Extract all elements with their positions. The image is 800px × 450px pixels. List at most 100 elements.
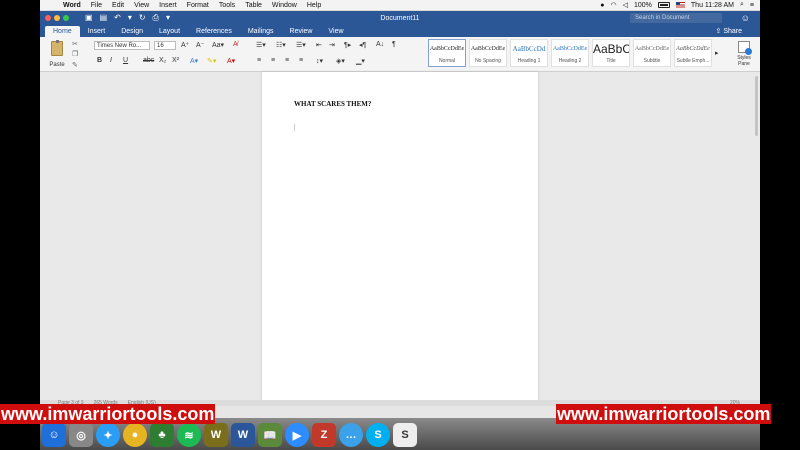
kindle-icon[interactable]: 📖	[258, 423, 282, 447]
skype-icon[interactable]: S	[366, 423, 390, 447]
vertical-scrollbar[interactable]	[755, 76, 758, 136]
highlight-icon[interactable]: ✎▾	[207, 57, 216, 65]
bullets-icon[interactable]: ☰▾	[256, 41, 266, 49]
tab-home[interactable]: Home	[45, 26, 80, 37]
menu-list-icon[interactable]: ≡	[750, 2, 754, 9]
align-left-icon[interactable]: ≡	[257, 57, 261, 64]
menu-format[interactable]: Format	[182, 2, 214, 9]
numbering-icon[interactable]: ☷▾	[276, 41, 286, 49]
scrivener-icon[interactable]: S	[393, 423, 417, 447]
clear-formatting-icon[interactable]: A̸	[233, 41, 238, 48]
styles-pane-button[interactable]: Styles Pane	[734, 40, 754, 70]
shrink-font-icon[interactable]: A⁻	[196, 41, 204, 49]
battery-icon[interactable]	[657, 2, 670, 8]
document-page[interactable]: WHAT SCARES THEM?	[262, 72, 538, 400]
tab-view[interactable]: View	[320, 26, 351, 37]
spotify-icon[interactable]: ≋	[177, 423, 201, 447]
paste-button[interactable]: Paste	[46, 40, 68, 70]
copy-icon[interactable]: ❐	[72, 50, 78, 58]
undo-dropdown-icon[interactable]: ▾	[128, 13, 132, 23]
cut-icon[interactable]: ✂	[72, 40, 78, 48]
line-spacing-icon[interactable]: ↕▾	[316, 57, 323, 65]
increase-indent-icon[interactable]: ⇥	[329, 41, 335, 49]
style-no-spacing[interactable]: AaBbCcDdEe No Spacing	[469, 39, 507, 67]
customize-toolbar-icon[interactable]: ▾	[166, 13, 170, 23]
superscript-icon[interactable]: X²	[172, 57, 179, 64]
minimize-window-icon[interactable]	[54, 15, 60, 21]
align-right-icon[interactable]: ≡	[285, 57, 289, 64]
clock[interactable]: Thu 11:28 AM	[691, 2, 734, 9]
bold-icon[interactable]: B	[97, 57, 102, 64]
tab-insert[interactable]: Insert	[80, 26, 114, 37]
spotlight-search-icon[interactable]: ⌕	[740, 1, 744, 9]
feedback-smiley-icon[interactable]: ☺	[741, 13, 750, 23]
menu-insert[interactable]: Insert	[154, 2, 182, 9]
word-icon[interactable]: W	[231, 423, 255, 447]
styles-more-icon[interactable]: ▸	[715, 49, 719, 57]
font-color-icon[interactable]: A▾	[227, 57, 235, 65]
style-normal[interactable]: AaBbCcDdEe Normal	[428, 39, 466, 67]
justify-icon[interactable]: ≡	[299, 57, 303, 64]
ltr-icon[interactable]: ¶▸	[344, 41, 351, 49]
tab-design[interactable]: Design	[113, 26, 151, 37]
menu-edit[interactable]: Edit	[107, 2, 129, 9]
style-heading-1[interactable]: AaBbCcDd Heading 1	[510, 39, 548, 67]
sort-icon[interactable]: A↓	[376, 41, 384, 48]
sidebar-toggle-icon[interactable]: ▣	[85, 13, 93, 23]
decrease-indent-icon[interactable]: ⇤	[316, 41, 322, 49]
wifi-icon[interactable]: ◠	[611, 1, 617, 9]
safari-icon[interactable]: ✦	[96, 423, 120, 447]
warrior-icon[interactable]: W	[204, 423, 228, 447]
menu-table[interactable]: Table	[240, 2, 267, 9]
style-subtitle[interactable]: AaBbCcDdEe Subtitle	[633, 39, 671, 67]
search-document-input[interactable]: Search in Document	[630, 13, 722, 23]
status-menu-icon[interactable]: ●	[600, 2, 604, 9]
share-button[interactable]: ⇪ Share	[716, 26, 761, 37]
us-flag-icon[interactable]	[675, 2, 685, 8]
text-effects-icon[interactable]: A▾	[190, 57, 198, 65]
tab-mailings[interactable]: Mailings	[240, 26, 282, 37]
close-window-icon[interactable]	[45, 15, 51, 21]
style-title[interactable]: AaBbC Title	[592, 39, 630, 67]
menu-help[interactable]: Help	[302, 2, 326, 9]
align-center-icon[interactable]: ≡	[271, 57, 275, 64]
change-case-icon[interactable]: Aa▾	[212, 41, 224, 49]
redo-icon[interactable]: ↻	[139, 13, 146, 23]
document-canvas[interactable]: WHAT SCARES THEM?	[40, 72, 760, 400]
format-painter-icon[interactable]: ✎	[72, 61, 78, 69]
tab-layout[interactable]: Layout	[151, 26, 188, 37]
zoom-icon[interactable]: ▶	[285, 423, 309, 447]
show-formatting-icon[interactable]: ¶	[392, 41, 396, 48]
chrome-icon[interactable]: ●	[123, 423, 147, 447]
borders-icon[interactable]: ▁▾	[356, 57, 365, 65]
undo-icon[interactable]: ↶	[114, 13, 121, 23]
shading-icon[interactable]: ◈▾	[336, 57, 345, 65]
grow-font-icon[interactable]: A⁺	[181, 41, 189, 49]
menu-file[interactable]: File	[86, 2, 107, 9]
volume-icon[interactable]: ◁	[623, 1, 628, 9]
tab-references[interactable]: References	[188, 26, 240, 37]
menu-view[interactable]: View	[129, 2, 154, 9]
launchpad-icon[interactable]: ◎	[69, 423, 93, 447]
maximize-window-icon[interactable]	[63, 15, 69, 21]
font-size-select[interactable]: 16	[154, 41, 176, 50]
document-heading[interactable]: WHAT SCARES THEM?	[294, 100, 371, 108]
rtl-icon[interactable]: ◂¶	[359, 41, 366, 49]
print-icon[interactable]: ⎙	[153, 13, 159, 23]
underline-icon[interactable]: U	[123, 57, 128, 64]
italic-icon[interactable]: I	[110, 57, 112, 64]
font-name-select[interactable]: Times New Ro...	[94, 41, 150, 50]
style-heading-2[interactable]: AaBbCcDdEe Heading 2	[551, 39, 589, 67]
filezilla-icon[interactable]: Z	[312, 423, 336, 447]
menu-window[interactable]: Window	[267, 2, 302, 9]
evernote-icon[interactable]: ♣	[150, 423, 174, 447]
menu-tools[interactable]: Tools	[214, 2, 240, 9]
style-subtle-emphasis[interactable]: AaBbCcDdEe Subtle Emph...	[674, 39, 712, 67]
subscript-icon[interactable]: X₂	[159, 57, 166, 64]
tab-review[interactable]: Review	[282, 26, 321, 37]
messages-icon[interactable]: …	[339, 423, 363, 447]
save-icon[interactable]: ▤	[100, 13, 108, 23]
finder-icon[interactable]: ☺	[42, 423, 66, 447]
multilevel-list-icon[interactable]: ☰▾	[296, 41, 306, 49]
strikethrough-icon[interactable]: abc	[143, 57, 154, 64]
